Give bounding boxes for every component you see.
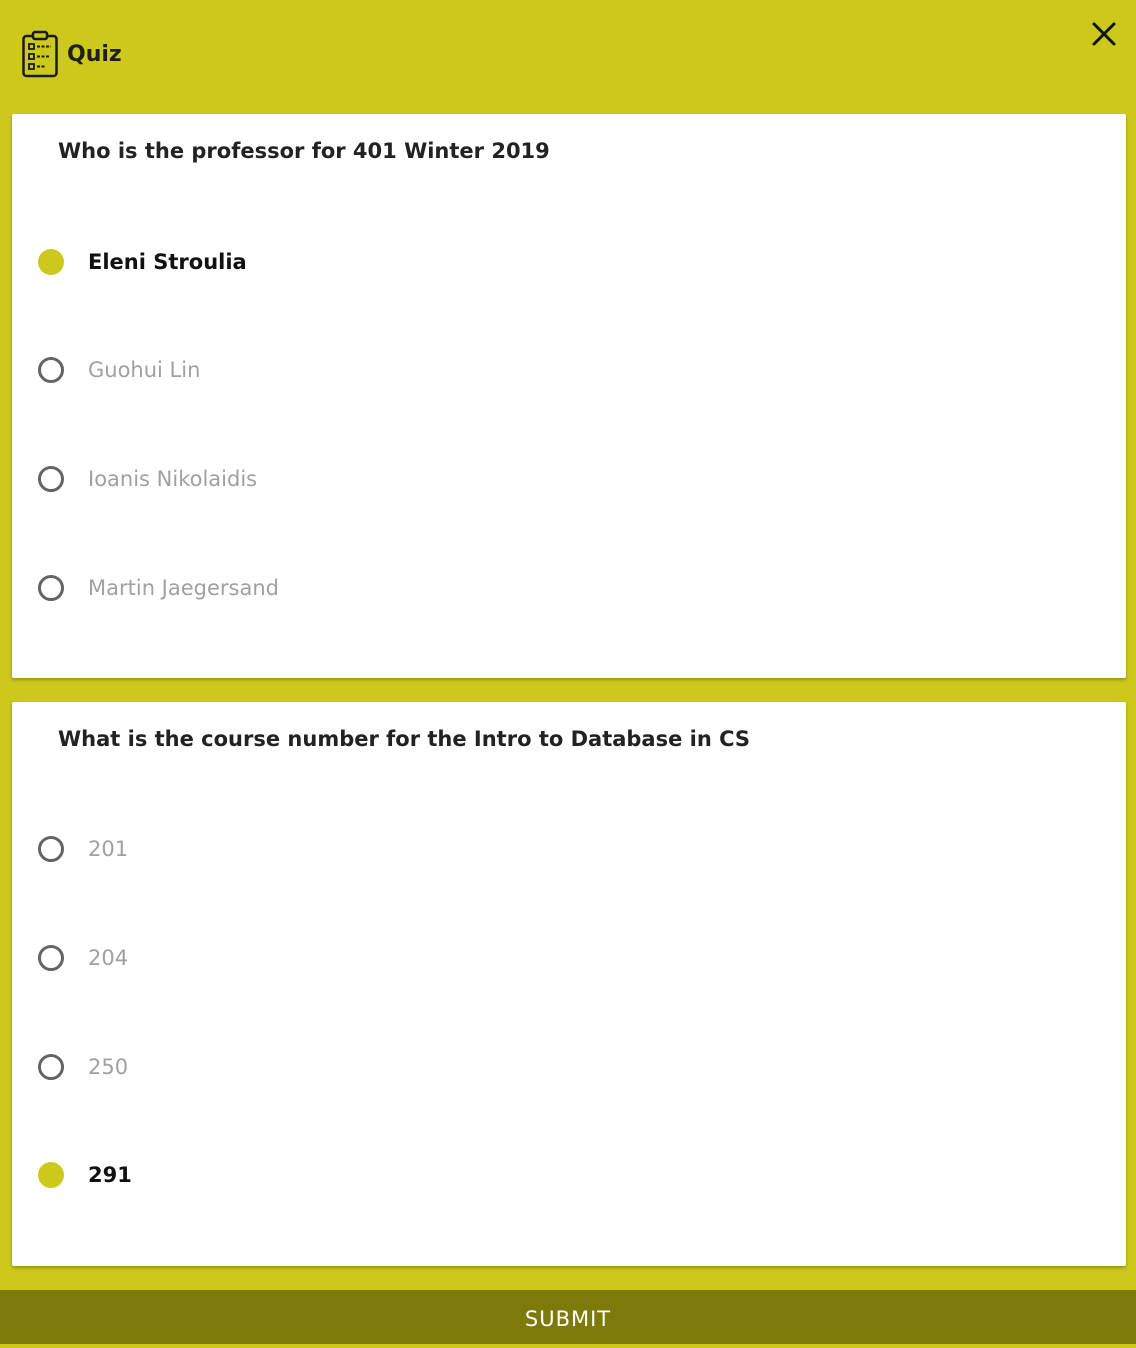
question-card: What is the course number for the Intro … (12, 702, 1126, 1266)
quiz-header: Quiz (0, 0, 1136, 112)
radio-button[interactable] (38, 357, 64, 383)
clipboard-list-icon (22, 30, 58, 78)
option-label: 204 (88, 946, 129, 970)
radio-button[interactable] (38, 945, 64, 971)
option-label: Martin Jaegersand (88, 576, 279, 600)
answer-option[interactable]: 204 (36, 938, 1096, 978)
answer-option[interactable]: Ioanis Nikolaidis (36, 459, 1096, 499)
option-label: 250 (88, 1055, 129, 1079)
answer-option[interactable]: 291 (36, 1155, 1096, 1195)
question-card: Who is the professor for 401 Winter 2019… (12, 114, 1126, 678)
submit-button[interactable]: SUBMIT (0, 1290, 1136, 1344)
radio-button[interactable] (38, 1054, 64, 1080)
answer-option[interactable]: Martin Jaegersand (36, 568, 1096, 608)
radio-button[interactable] (38, 249, 64, 275)
option-label: Guohui Lin (88, 358, 201, 382)
question-text: What is the course number for the Intro … (58, 727, 751, 751)
answer-option[interactable]: 250 (36, 1047, 1096, 1087)
radio-button[interactable] (38, 1162, 64, 1188)
option-label: 201 (88, 837, 129, 861)
radio-button[interactable] (38, 836, 64, 862)
page-title: Quiz (67, 42, 122, 67)
option-label: 291 (88, 1163, 132, 1187)
option-label: Eleni Stroulia (88, 250, 247, 274)
radio-button[interactable] (38, 575, 64, 601)
radio-button[interactable] (38, 466, 64, 492)
answer-option[interactable]: 201 (36, 829, 1096, 869)
answer-option[interactable]: Eleni Stroulia (36, 242, 1096, 282)
close-icon[interactable] (1088, 18, 1120, 50)
option-label: Ioanis Nikolaidis (88, 467, 258, 491)
answer-option[interactable]: Guohui Lin (36, 350, 1096, 390)
question-text: Who is the professor for 401 Winter 2019 (58, 139, 550, 163)
